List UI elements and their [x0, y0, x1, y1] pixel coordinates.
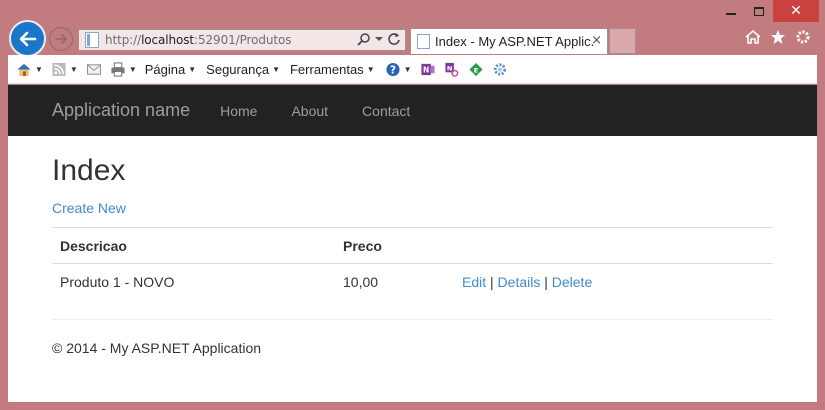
- home-icon[interactable]: [745, 29, 761, 50]
- settings-gear-icon[interactable]: [795, 29, 811, 50]
- close-window-button[interactable]: ✕: [773, 0, 819, 22]
- minimize-button[interactable]: [717, 0, 745, 22]
- nav-link-about[interactable]: About: [291, 103, 328, 119]
- onenote-linked-icon: N: [444, 62, 458, 77]
- url-host: localhost: [141, 33, 195, 47]
- column-header-preco: Preco: [335, 227, 454, 264]
- delete-link[interactable]: Delete: [552, 274, 592, 290]
- tab-title: Index - My ASP.NET Applic...: [435, 34, 593, 49]
- onenote-icon: N: [420, 63, 435, 75]
- column-header-actions: [454, 227, 773, 264]
- chevron-down-icon[interactable]: ▼: [70, 65, 78, 74]
- cell-descricao: Produto 1 - NOVO: [52, 263, 335, 300]
- svg-text:N: N: [423, 65, 429, 74]
- addon-settings-button[interactable]: [492, 62, 508, 77]
- gear-icon: [493, 62, 506, 76]
- menu-label: Segurança: [206, 61, 270, 77]
- new-tab-button[interactable]: [609, 28, 636, 54]
- page-icon: [85, 32, 99, 48]
- svg-text:?: ?: [390, 64, 396, 76]
- forward-button[interactable]: [49, 27, 73, 51]
- menu-pagina[interactable]: Página ▼: [145, 62, 196, 77]
- forward-arrow-icon: [55, 34, 67, 44]
- chevron-down-icon[interactable]: ▼: [35, 65, 43, 74]
- menu-label: Página: [144, 61, 186, 77]
- tab-close-icon[interactable]: ×: [591, 33, 602, 48]
- products-table: Descricao Preco Produto 1 - NOVO 10,00 E…: [52, 227, 773, 300]
- chevron-down-icon[interactable]: ▼: [404, 65, 412, 74]
- green-addon-icon: E: [468, 62, 483, 76]
- chevron-down-icon: ▼: [366, 64, 375, 74]
- address-bar[interactable]: http://localhost:52901/Produtos: [78, 29, 406, 51]
- evernote-button[interactable]: E: [468, 62, 484, 77]
- cell-actions: Edit | Details | Delete: [454, 263, 773, 300]
- menu-seguranca[interactable]: Segurança ▼: [206, 62, 280, 77]
- site-navbar: Application name Home About Contact: [8, 85, 817, 136]
- create-new-link[interactable]: Create New: [52, 200, 126, 216]
- browser-tab[interactable]: Index - My ASP.NET Applic... ×: [410, 28, 608, 54]
- url-rest: :52901/Produtos: [194, 33, 292, 47]
- svg-text:N: N: [446, 64, 451, 72]
- print-button[interactable]: ▼: [110, 61, 137, 77]
- rss-icon: [52, 62, 66, 76]
- svg-text:E: E: [473, 66, 477, 74]
- page-content: Index Create New Descricao Preco Produto…: [8, 154, 817, 356]
- table-row: Produto 1 - NOVO 10,00 Edit | Details | …: [52, 263, 773, 300]
- mail-button[interactable]: [86, 62, 102, 77]
- back-button[interactable]: [9, 20, 46, 57]
- address-controls: [357, 32, 401, 46]
- menu-label: Ferramentas: [289, 61, 364, 77]
- table-header-row: Descricao Preco: [52, 227, 773, 264]
- page-footer: © 2014 - My ASP.NET Application: [52, 340, 262, 356]
- chevron-down-icon[interactable]: ▼: [129, 65, 137, 74]
- chevron-down-icon: ▼: [188, 64, 197, 74]
- chevron-down-icon: ▼: [272, 64, 280, 74]
- back-arrow-icon: [19, 31, 36, 46]
- feeds-button[interactable]: ▼: [51, 62, 78, 77]
- url-prefix: http://: [105, 33, 142, 47]
- help-icon: ?: [386, 62, 400, 76]
- search-icon[interactable]: [357, 32, 371, 46]
- mail-icon: [86, 63, 101, 75]
- home-button[interactable]: ▼: [16, 62, 43, 77]
- help-button[interactable]: ? ▼: [385, 62, 412, 77]
- favorites-star-icon[interactable]: [770, 29, 786, 50]
- menu-ferramentas[interactable]: Ferramentas ▼: [290, 62, 375, 77]
- printer-icon: [111, 61, 125, 77]
- browser-right-icons: [745, 29, 811, 50]
- brand-link[interactable]: Application name: [52, 100, 190, 121]
- cell-preco: 10,00: [335, 263, 454, 300]
- edit-link[interactable]: Edit: [462, 274, 486, 290]
- chevron-down-icon[interactable]: [375, 35, 383, 43]
- refresh-icon[interactable]: [387, 32, 401, 46]
- footer-divider: [52, 319, 773, 320]
- page-title: Index: [52, 154, 126, 187]
- column-header-descricao: Descricao: [52, 227, 335, 264]
- nav-link-home[interactable]: Home: [220, 103, 257, 119]
- window-controls: ✕: [717, 0, 819, 22]
- home-icon: [17, 63, 31, 76]
- nav-link-contact[interactable]: Contact: [362, 103, 410, 119]
- details-link[interactable]: Details: [498, 274, 541, 290]
- maximize-button[interactable]: [745, 0, 773, 22]
- tab-page-icon: [417, 34, 430, 49]
- page-viewport: Application name Home About Contact Inde…: [8, 85, 817, 402]
- url-text[interactable]: http://localhost:52901/Produtos: [105, 33, 291, 47]
- onenote-linked-button[interactable]: N: [444, 62, 460, 77]
- onenote-button[interactable]: N: [420, 62, 436, 77]
- command-bar: ▼ ▼ ▼ Página ▼ Segurança ▼ Ferramentas ▼ ? …: [8, 55, 817, 84]
